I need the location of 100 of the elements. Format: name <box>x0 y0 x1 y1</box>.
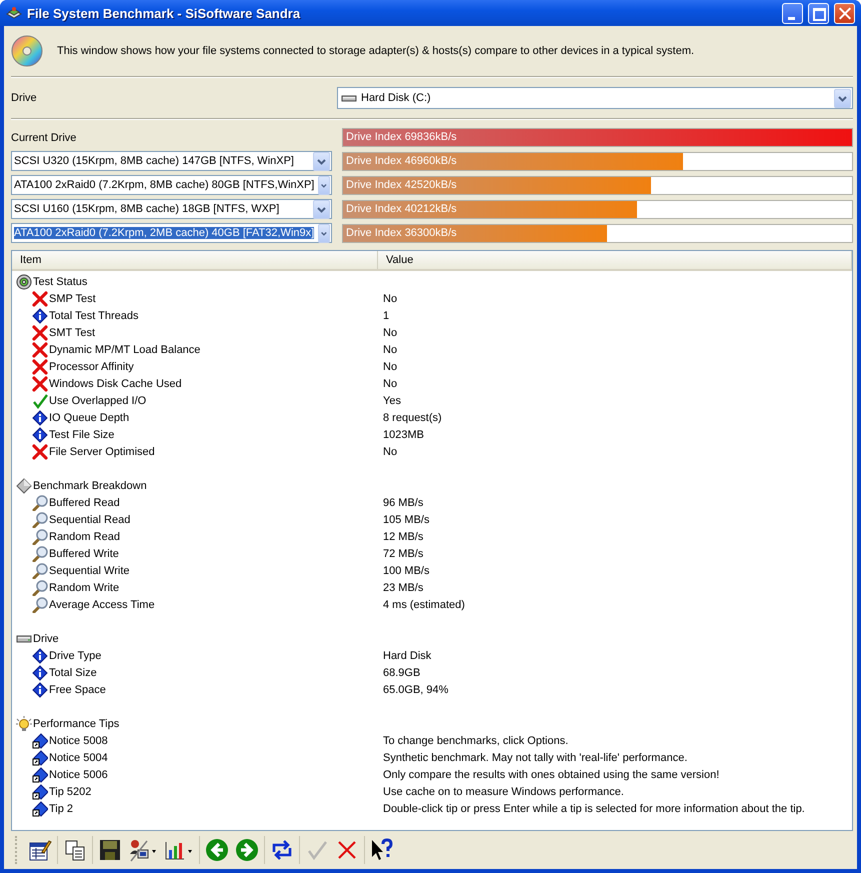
item-label[interactable]: Tip 2 <box>49 802 74 814</box>
item-label[interactable]: SMT Test <box>49 326 96 338</box>
group-label[interactable]: Test Status <box>33 276 88 288</box>
magnifier-icon <box>32 562 48 578</box>
column-header[interactable]: Value <box>378 251 852 269</box>
item-label[interactable]: Sequential Write <box>49 564 130 576</box>
item-label[interactable]: Processor Affinity <box>49 360 134 372</box>
device-dropdown[interactable]: SCSI U160 (15Krpm, 8MB cache) 18GB [NTFS, WXP] <box>11 199 332 219</box>
magnifier-icon <box>32 512 48 528</box>
tip-icon <box>32 800 48 816</box>
info-icon <box>32 664 48 680</box>
magnifier-icon <box>32 494 48 510</box>
index-reading: Drive Index 69836kB/s <box>346 131 457 143</box>
item-label[interactable]: Total Size <box>49 666 97 678</box>
info-icon <box>32 648 48 664</box>
info-icon <box>32 410 48 426</box>
item-value: 8 request(s) <box>382 412 443 424</box>
item-value: Synthetic benchmark. May not tally with 'real-life' performance. <box>382 752 688 764</box>
cross-icon <box>32 290 48 306</box>
magnifier-icon <box>32 528 48 544</box>
disc-icon <box>16 274 32 290</box>
item-value: 1 <box>382 310 390 322</box>
item-label[interactable]: Sequential Read <box>49 514 130 526</box>
drive-label: Drive <box>11 92 38 104</box>
item-value: 72 MB/s <box>382 548 424 560</box>
item-value: Only compare the results with ones obtained using the same version! <box>382 768 720 780</box>
user-computer-icon <box>128 838 158 862</box>
current-drive-label: Current Drive <box>11 132 78 144</box>
info-icon <box>32 426 48 442</box>
item-label[interactable]: Test File Size <box>49 428 114 440</box>
item-value: 68.9GB <box>382 666 422 678</box>
item-value: No <box>382 292 398 304</box>
drive-dropdown[interactable]: Hard Disk (C:) <box>337 87 853 109</box>
help-icon <box>370 838 394 862</box>
item-label[interactable]: SMP Test <box>49 292 96 304</box>
refresh-icon <box>270 838 294 862</box>
item-label[interactable]: Buffered Write <box>49 548 119 560</box>
lightbulb-icon <box>16 716 32 732</box>
item-value: 105 MB/s <box>382 514 430 526</box>
group-label[interactable]: Performance Tips <box>33 718 120 730</box>
item-label[interactable]: Tip 5202 <box>49 786 92 798</box>
info-icon <box>32 308 48 324</box>
magnifier-icon <box>32 580 48 596</box>
diamond-icon <box>16 478 32 494</box>
item-label[interactable]: Notice 5004 <box>49 752 108 764</box>
item-label[interactable]: File Server Optimised <box>49 446 155 458</box>
item-label[interactable]: Average Access Time <box>49 598 155 610</box>
group-label[interactable]: Drive <box>33 632 59 644</box>
item-label[interactable]: Dynamic MP/MT Load Balance <box>49 344 200 356</box>
cross-icon <box>32 358 48 374</box>
item-value: Hard Disk <box>382 650 432 662</box>
cross-icon <box>32 324 48 340</box>
cross-icon <box>32 444 48 460</box>
minimize-button[interactable] <box>782 2 803 24</box>
item-value: Double-click tip or press Enter while a tip is selected for more information about the tip. <box>382 802 806 814</box>
item-label[interactable]: Windows Disk Cache Used <box>49 378 182 390</box>
item-value: 12 MB/s <box>382 530 424 542</box>
item-label[interactable]: Total Test Threads <box>49 310 138 322</box>
item-label[interactable]: Random Read <box>49 530 120 542</box>
item-value: No <box>382 446 398 458</box>
item-label[interactable]: Notice 5006 <box>49 768 108 780</box>
item-value: 4 ms (estimated) <box>382 598 466 610</box>
magnifier-icon <box>32 546 48 562</box>
item-label[interactable]: Use Overlapped I/O <box>49 394 146 406</box>
window-title: File System Benchmark - SiSoftware Sandra <box>27 6 302 20</box>
item-value: 65.0GB, 94% <box>382 684 450 696</box>
tip-icon <box>32 732 48 748</box>
device-dropdown[interactable]: SCSI U320 (15Krpm, 8MB cache) 147GB [NTFS, WinXP] <box>11 151 332 171</box>
item-value: No <box>382 360 398 372</box>
item-label[interactable]: Notice 5008 <box>49 734 108 746</box>
cross-icon <box>32 376 48 392</box>
index-reading: Drive Index 46960kB/s <box>346 154 457 166</box>
item-value: Use cache on to measure Windows performance. <box>382 786 625 798</box>
item-label[interactable]: Buffered Read <box>49 496 120 508</box>
tip-icon <box>32 766 48 782</box>
copy-icon <box>63 838 87 862</box>
column-header[interactable]: Item <box>12 251 378 269</box>
item-value: To change benchmarks, click Options. <box>382 734 570 746</box>
index-reading: Drive Index 36300kB/s <box>346 226 457 238</box>
item-label[interactable]: Random Write <box>49 582 120 594</box>
close-button[interactable] <box>834 2 855 24</box>
description-text: This window shows how your file systems connected to storage adapter(s) & hosts(s) compare to other devices in a typical system. <box>57 45 694 57</box>
item-label[interactable]: Free Space <box>49 684 106 696</box>
group-label[interactable]: Benchmark Breakdown <box>33 480 147 492</box>
magnifier-icon <box>32 596 48 612</box>
item-label[interactable]: IO Queue Depth <box>49 412 130 424</box>
save-icon <box>98 838 122 862</box>
item-value: No <box>382 378 398 390</box>
maximize-button[interactable] <box>808 2 829 24</box>
device-dropdown[interactable]: ATA100 2xRaid0 (7.2Krpm, 2MB cache) 40GB [FAT32,Win9x] <box>11 223 332 243</box>
tip-icon <box>32 784 48 800</box>
item-value: No <box>382 344 398 356</box>
info-icon <box>32 682 48 698</box>
index-reading: Drive Index 42520kB/s <box>346 178 457 190</box>
item-value: No <box>382 326 398 338</box>
disc-icon <box>11 35 43 67</box>
item-label[interactable]: Drive Type <box>49 650 102 662</box>
device-dropdown[interactable]: ATA100 2xRaid0 (7.2Krpm, 8MB cache) 80GB [NTFS,WinXP] <box>11 175 332 195</box>
item-value: 1023MB <box>382 428 425 440</box>
item-value: 100 MB/s <box>382 564 430 576</box>
